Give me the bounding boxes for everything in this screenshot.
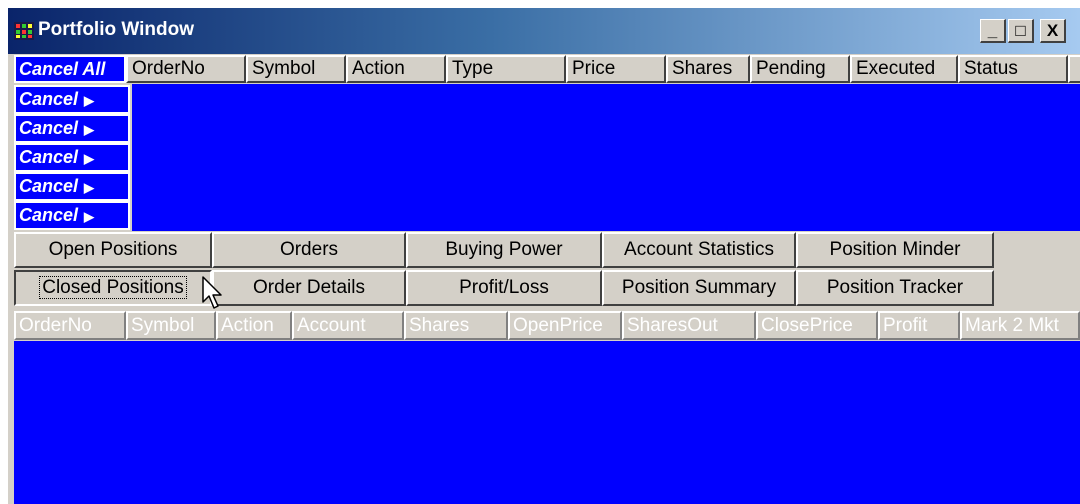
orders-col-orderno[interactable]: OrderNo [126, 55, 246, 83]
tab-label: Position Tracker [826, 277, 964, 298]
mouse-pointer-icon [202, 276, 222, 309]
orders-col-pending[interactable]: Pending [750, 55, 850, 83]
title-bar[interactable]: Portfolio Window _ □ X [8, 8, 1080, 54]
tab-label: Closed Positions [39, 276, 187, 299]
cancel-order-button[interactable]: Cancel ▶ [14, 172, 130, 201]
tab-order-details[interactable]: Order Details [212, 270, 406, 306]
tab-position-tracker[interactable]: Position Tracker [796, 270, 994, 306]
tab-label: Open Positions [48, 239, 178, 260]
positions-col-orderno[interactable]: OrderNo [14, 311, 126, 340]
tab-orders[interactable]: Orders [212, 232, 406, 268]
portfolio-window: Portfolio Window _ □ X Cancel All OrderN… [8, 8, 1080, 504]
cancel-order-button[interactable]: Cancel ▶ [14, 201, 130, 230]
cancel-order-button[interactable]: Cancel ▶ [14, 114, 130, 143]
positions-col-action[interactable]: Action [216, 311, 292, 340]
cancel-order-button[interactable]: Cancel ▶ [14, 143, 130, 172]
tab-account-statistics[interactable]: Account Statistics [602, 232, 796, 268]
tab-label: Account Statistics [624, 239, 774, 260]
positions-col-sharesout[interactable]: SharesOut [622, 311, 756, 340]
cancel-label: Cancel [19, 205, 79, 225]
orders-col-symbol[interactable]: Symbol [246, 55, 346, 83]
orders-col-action[interactable]: Action [346, 55, 446, 83]
play-arrow-icon: ▶ [84, 180, 95, 195]
maximize-button[interactable]: □ [1008, 19, 1034, 43]
positions-col-shares[interactable]: Shares [404, 311, 508, 340]
cancel-label: Cancel [19, 118, 79, 138]
app-icon [14, 22, 34, 40]
tab-position-summary[interactable]: Position Summary [602, 270, 796, 306]
close-button[interactable]: X [1040, 19, 1066, 43]
positions-col-openprice[interactable]: OpenPrice [508, 311, 622, 340]
orders-col-price[interactable]: Price [566, 55, 666, 83]
cancel-order-button[interactable]: Cancel ▶ [14, 85, 130, 114]
minimize-button[interactable]: _ [980, 19, 1006, 43]
orders-col-shares[interactable]: Shares [666, 55, 750, 83]
positions-col-mark2mkt[interactable]: Mark 2 Mkt [960, 311, 1080, 340]
orders-col-type[interactable]: Type [446, 55, 566, 83]
play-arrow-icon: ▶ [84, 151, 95, 166]
cancel-label: Cancel [19, 176, 79, 196]
window-title: Portfolio Window [38, 19, 195, 40]
play-arrow-icon: ▶ [84, 209, 95, 224]
tab-closed-positions[interactable]: Closed Positions [14, 270, 212, 306]
orders-col-status[interactable]: Status [958, 55, 1068, 83]
positions-col-account[interactable]: Account [292, 311, 404, 340]
tab-profit-loss[interactable]: Profit/Loss [406, 270, 602, 306]
cancel-label: Cancel [19, 147, 79, 167]
tab-label: Order Details [253, 277, 365, 298]
orders-col-executed[interactable]: Executed [850, 55, 958, 83]
tab-position-minder[interactable]: Position Minder [796, 232, 994, 268]
positions-col-closeprice[interactable]: ClosePrice [756, 311, 878, 340]
orders-col-overflow[interactable] [1068, 55, 1080, 83]
tab-buying-power[interactable]: Buying Power [406, 232, 602, 268]
positions-grid[interactable] [14, 341, 1080, 504]
tab-label: Position Summary [621, 277, 777, 298]
tab-label: Orders [279, 239, 339, 260]
tab-open-positions[interactable]: Open Positions [14, 232, 212, 268]
play-arrow-icon: ▶ [84, 122, 95, 137]
tab-label: Buying Power [445, 239, 563, 260]
cancel-all-button[interactable]: Cancel All [14, 55, 126, 83]
positions-col-profit[interactable]: Profit [878, 311, 960, 340]
cancel-label: Cancel [19, 89, 79, 109]
tab-label: Profit/Loss [459, 277, 549, 298]
orders-grid[interactable] [132, 84, 1080, 231]
positions-col-symbol[interactable]: Symbol [126, 311, 216, 340]
play-arrow-icon: ▶ [84, 93, 95, 108]
tab-label: Position Minder [829, 239, 961, 260]
